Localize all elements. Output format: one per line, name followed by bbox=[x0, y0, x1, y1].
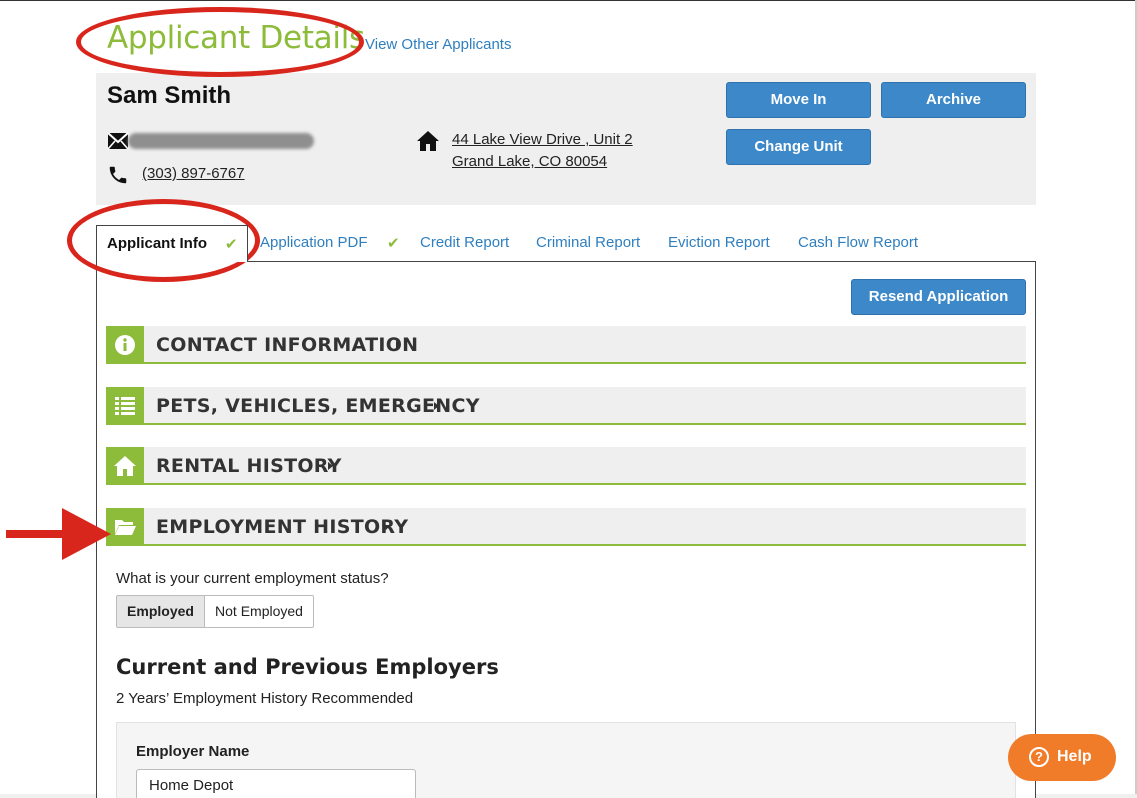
house-icon bbox=[417, 131, 439, 151]
email-redacted bbox=[128, 133, 314, 149]
help-label: Help bbox=[1057, 748, 1092, 765]
tab-cash-flow-report[interactable]: Cash Flow Report bbox=[798, 234, 918, 251]
section-label: CONTACT INFORMATION bbox=[156, 334, 419, 356]
employer-name-label: Employer Name bbox=[136, 743, 250, 760]
caret-right-icon bbox=[328, 462, 333, 470]
tab-applicant-info[interactable]: Applicant Info ✔ bbox=[96, 225, 248, 262]
view-other-applicants-link[interactable]: View Other Applicants bbox=[365, 36, 511, 53]
annotation-arrow-icon bbox=[6, 508, 111, 560]
address-line-2-link[interactable]: Grand Lake, CO 80054 bbox=[452, 153, 607, 170]
section-label: PETS, VEHICLES, EMERGENCY bbox=[156, 395, 480, 417]
tab-label: Applicant Info bbox=[107, 235, 207, 252]
list-icon bbox=[106, 387, 144, 425]
archive-button[interactable]: Archive bbox=[881, 82, 1026, 118]
section-employment-history[interactable]: EMPLOYMENT HISTORY bbox=[106, 508, 1026, 546]
folder-open-icon bbox=[106, 508, 144, 546]
section-pets-vehicles-emergency[interactable]: PETS, VEHICLES, EMERGENCY bbox=[106, 387, 1026, 425]
info-icon bbox=[106, 326, 144, 364]
change-unit-button[interactable]: Change Unit bbox=[726, 129, 871, 165]
home-icon bbox=[106, 447, 144, 485]
tab-eviction-report[interactable]: Eviction Report bbox=[668, 234, 770, 251]
checkmark-icon: ✔ bbox=[387, 235, 400, 252]
page-title: Applicant Details bbox=[107, 20, 365, 56]
question-circle-icon: ? bbox=[1029, 747, 1049, 767]
checkmark-icon: ✔ bbox=[225, 236, 238, 253]
employers-heading: Current and Previous Employers bbox=[116, 655, 499, 679]
section-label: RENTAL HISTORY bbox=[156, 455, 342, 477]
move-in-button[interactable]: Move In bbox=[726, 82, 871, 118]
caret-right-icon bbox=[434, 402, 439, 410]
employment-status-question: What is your current employment status? bbox=[116, 570, 389, 587]
phone-icon bbox=[109, 166, 127, 184]
section-rental-history[interactable]: RENTAL HISTORY bbox=[106, 447, 1026, 485]
section-label: EMPLOYMENT HISTORY bbox=[156, 516, 409, 538]
address-line-1-link[interactable]: 44 Lake View Drive , Unit 2 bbox=[452, 131, 633, 148]
employers-subheading: 2 Years’ Employment History Recommended bbox=[116, 690, 414, 707]
applicant-name: Sam Smith bbox=[107, 82, 232, 109]
envelope-icon bbox=[107, 132, 129, 150]
tab-application-pdf[interactable]: Application PDF bbox=[260, 234, 368, 251]
not-employed-option[interactable]: Not Employed bbox=[204, 595, 314, 628]
caret-down-icon bbox=[382, 525, 390, 530]
employer-name-input[interactable]: Home Depot bbox=[136, 769, 416, 798]
tab-credit-report[interactable]: Credit Report bbox=[420, 234, 509, 251]
window-top-border bbox=[0, 0, 1137, 1]
section-contact-information[interactable]: CONTACT INFORMATION bbox=[106, 326, 1026, 364]
employed-option[interactable]: Employed bbox=[116, 595, 205, 628]
phone-link[interactable]: (303) 897-6767 bbox=[142, 165, 245, 182]
help-button[interactable]: ? Help bbox=[1008, 734, 1116, 781]
resend-application-button[interactable]: Resend Application bbox=[851, 279, 1026, 315]
tab-criminal-report[interactable]: Criminal Report bbox=[536, 234, 640, 251]
caret-right-icon bbox=[396, 341, 401, 349]
